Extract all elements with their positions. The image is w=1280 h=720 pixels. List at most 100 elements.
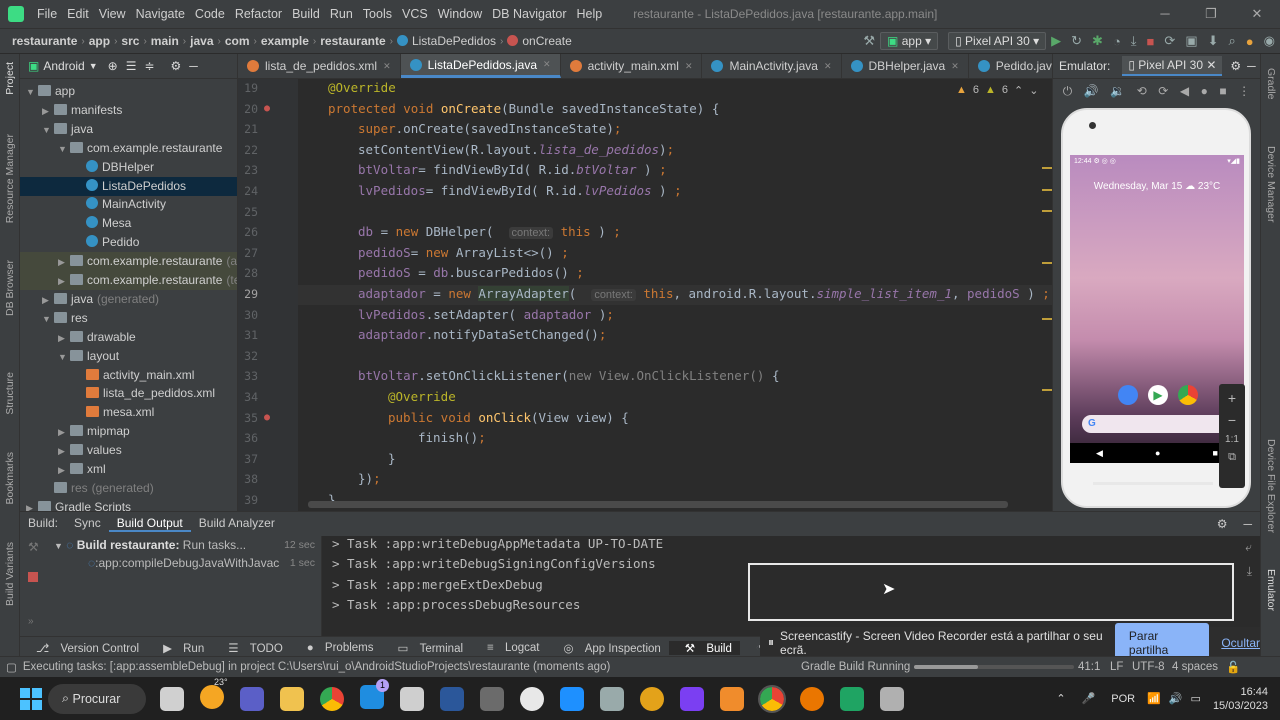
app-icon-1[interactable]: [480, 686, 504, 711]
breadcrumb-oncreate[interactable]: onCreate: [503, 34, 575, 48]
gear-icon[interactable]: ⚙: [1230, 59, 1241, 73]
menu-help[interactable]: Help: [572, 7, 608, 21]
menu-run[interactable]: Run: [325, 7, 358, 21]
code-editor[interactable]: 19 20 ● 21 22 23 24 25 26 27 28 29 30 31 32 33 34 35 ● 36 37…: [238, 79, 1052, 511]
menu-edit[interactable]: Edit: [62, 7, 94, 21]
code-line[interactable]: adaptador.notifyDataSetChanged();: [358, 327, 606, 342]
lock-icon[interactable]: 🔓: [1226, 660, 1240, 674]
tree-item[interactable]: ▶ mipmap: [20, 422, 237, 441]
editor-tab[interactable]: ListaDePedidos.java ✕: [400, 54, 561, 78]
horizontal-scrollbar[interactable]: [308, 501, 1008, 508]
project-view-select[interactable]: Android: [43, 59, 84, 73]
volume-down-icon[interactable]: 🔉: [1110, 84, 1125, 98]
breadcrumb-app[interactable]: app: [85, 34, 114, 48]
stop-build-icon[interactable]: [28, 572, 38, 582]
breadcrumb-com[interactable]: com: [221, 34, 254, 48]
word-icon[interactable]: [440, 686, 464, 711]
project-tool-tab[interactable]: Project: [4, 62, 16, 95]
editor-tab[interactable]: DBHelper.java ✕: [842, 54, 969, 78]
tree-item[interactable]: mesa.xml: [20, 403, 237, 422]
tree-item[interactable]: Pedido: [20, 233, 237, 252]
code-line[interactable]: @Override: [328, 80, 396, 95]
menu-db-navigator[interactable]: DB Navigator: [487, 7, 571, 21]
breadcrumb-java[interactable]: java: [186, 34, 217, 48]
power-icon[interactable]: ⏻: [1063, 84, 1073, 99]
more-icon[interactable]: »: [28, 616, 34, 627]
app-icon-3[interactable]: [560, 686, 584, 711]
play-store-icon[interactable]: ▶: [1148, 385, 1168, 405]
tool-window-build[interactable]: ⚒ Build: [668, 640, 740, 655]
code-line[interactable]: db = new DBHelper( context: this ) ;: [358, 224, 621, 240]
code-line[interactable]: pedidoS= new ArrayList<>() ;: [358, 245, 569, 260]
chrome-icon[interactable]: [1178, 385, 1198, 405]
gear-icon[interactable]: ⚙: [1209, 517, 1236, 531]
build-tab-sync[interactable]: Sync: [66, 516, 109, 532]
mail-icon[interactable]: 1: [352, 679, 392, 712]
tree-item[interactable]: ▶ manifests: [20, 101, 237, 121]
code-line[interactable]: super.onCreate(savedInstanceState);: [358, 121, 621, 136]
resource-manager-tab[interactable]: Resource Manager: [4, 134, 16, 223]
tree-item[interactable]: ▶ java (generated): [20, 290, 237, 310]
rotate-right-icon[interactable]: ⟳: [1158, 84, 1168, 98]
override-marker-icon[interactable]: ●: [264, 103, 270, 114]
indent-setting[interactable]: 4 spaces: [1172, 661, 1218, 673]
code-line[interactable]: btVoltar.setOnClickListener(new View.OnC…: [358, 368, 779, 383]
task-view-icon[interactable]: [160, 686, 184, 711]
gradle-status[interactable]: Gradle Build Running: [801, 661, 910, 673]
nav-home-icon[interactable]: ●: [1155, 448, 1160, 458]
menu-navigate[interactable]: Navigate: [131, 7, 190, 21]
volume-icon[interactable]: 🔊: [1169, 692, 1183, 705]
device-manager-tab[interactable]: Device Manager: [1265, 146, 1277, 222]
emulator-tab[interactable]: Emulator: [1265, 569, 1277, 611]
menu-vcs[interactable]: VCS: [397, 7, 433, 21]
more-icon[interactable]: ⋮: [1238, 84, 1250, 98]
google-drive-icon[interactable]: [840, 686, 864, 711]
run-config-select[interactable]: ▣ app ▾: [880, 32, 939, 50]
chrome-icon[interactable]: [320, 686, 344, 711]
tree-item[interactable]: lista_de_pedidos.xml: [20, 384, 237, 403]
breadcrumb-example[interactable]: example: [257, 34, 313, 48]
tree-item[interactable]: ListaDePedidos: [20, 176, 237, 196]
maximize-button[interactable]: ❐: [1188, 6, 1234, 22]
zoom-in-icon[interactable]: +: [1219, 390, 1245, 406]
rerun-icon[interactable]: ↻: [1071, 33, 1082, 49]
chrome-active-icon[interactable]: [758, 684, 786, 713]
status-icon[interactable]: ▢: [6, 660, 17, 674]
tree-item[interactable]: ▼ java: [20, 120, 237, 139]
hide-panel-icon[interactable]: ─: [189, 59, 198, 73]
build-tree-root[interactable]: ▼ ◌ Build restaurante: Run tasks...: [54, 538, 246, 552]
tool-window-run[interactable]: ▶ Run: [147, 641, 212, 655]
tree-item[interactable]: activity_main.xml: [20, 366, 237, 385]
chevron-right-icon[interactable]: ▶: [42, 291, 54, 310]
nav-recent-icon[interactable]: ■: [1213, 448, 1218, 458]
override-marker-icon[interactable]: ●: [264, 412, 270, 423]
tree-item[interactable]: DBHelper: [20, 158, 237, 177]
tree-item[interactable]: ▼ com.example.restaurante: [20, 139, 237, 158]
nav-back-icon[interactable]: ◀: [1096, 448, 1103, 459]
tree-item[interactable]: ▼ layout: [20, 347, 237, 366]
editor-scrollbar[interactable]: [1042, 109, 1052, 509]
app-icon-2[interactable]: [520, 686, 544, 711]
chevron-right-icon[interactable]: ▶: [42, 102, 54, 121]
menu-tools[interactable]: Tools: [358, 7, 397, 21]
close-window-button[interactable]: ✕: [1234, 6, 1280, 22]
scroll-to-end-icon[interactable]: ⤓: [1247, 564, 1252, 579]
close-tab-icon[interactable]: ✕: [383, 61, 391, 72]
tree-item[interactable]: ▼ app: [20, 82, 237, 101]
inspection-widget[interactable]: ▲ 6 ▲ 6 ⌃ ⌄: [956, 84, 1038, 97]
run-icon[interactable]: ▶: [1051, 33, 1061, 49]
tool-window-terminal[interactable]: ▭ Terminal: [382, 641, 472, 655]
tool-window-todo[interactable]: ☰ TODO: [212, 641, 291, 655]
database-icon[interactable]: [880, 686, 904, 711]
build-variants-tab[interactable]: Build Variants: [4, 542, 16, 606]
app-icon-6[interactable]: [720, 686, 744, 711]
file-encoding[interactable]: UTF-8: [1132, 661, 1165, 673]
hide-panel-icon[interactable]: ─: [1235, 517, 1260, 531]
close-tab-icon[interactable]: ✕: [951, 61, 959, 72]
fit-screen-icon[interactable]: ⧉: [1219, 451, 1245, 464]
locate-icon[interactable]: ⊕: [108, 59, 118, 73]
menu-view[interactable]: View: [94, 7, 131, 21]
file-explorer-icon[interactable]: [280, 686, 304, 711]
language-indicator[interactable]: POR: [1111, 693, 1135, 705]
code-line[interactable]: protected void onCreate(Bundle savedInst…: [328, 101, 719, 116]
